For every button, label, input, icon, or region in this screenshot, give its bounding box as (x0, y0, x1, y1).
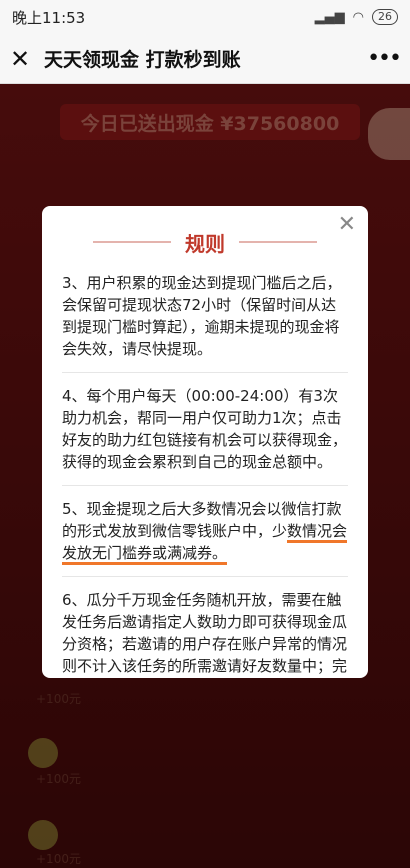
battery-icon: 26 (372, 9, 398, 25)
status-time: 晚上11:53 (12, 8, 86, 27)
page-title: 天天领现金 打款秒到账 (44, 49, 241, 71)
wifi-icon: ◠ (352, 9, 364, 25)
status-icons: ▂▄▆ ◠ 26 (315, 9, 398, 25)
rule-paragraph: 3、用户积累的现金达到提现门槛后之后，会保留可提现状态72小时（保留时间从达到提… (62, 260, 348, 373)
more-icon[interactable]: ••• (367, 46, 402, 71)
modal-header: 规则 (62, 224, 348, 260)
status-bar: 晚上11:53 ▂▄▆ ◠ 26 (0, 0, 410, 34)
divider (239, 241, 317, 243)
divider (93, 241, 171, 243)
rule-paragraph: 6、瓜分千万现金任务随机开放，需要在触发任务后邀请指定人数助力即可获得现金瓜分资… (62, 591, 348, 675)
rule-paragraph: 4、每个用户每天（00:00-24:00）有3次助力机会，帮同一用户仅可助力1次… (62, 373, 348, 486)
signal-icon: ▂▄▆ (314, 9, 345, 25)
rules-modal: ✕ 规则 3、用户积累的现金达到提现门槛后之后，会保留可提现状态72小时（保留时… (42, 206, 368, 678)
close-icon[interactable]: ✕ (10, 45, 38, 73)
title-bar: ✕ 天天领现金 打款秒到账 ••• (0, 34, 410, 84)
modal-close-icon[interactable]: ✕ (338, 212, 356, 237)
modal-title: 规则 (185, 231, 225, 256)
rule-paragraph: 5、现金提现之后大多数情况会以微信打款的形式发放到微信零钱账户中，少数情况会发放… (62, 486, 348, 577)
